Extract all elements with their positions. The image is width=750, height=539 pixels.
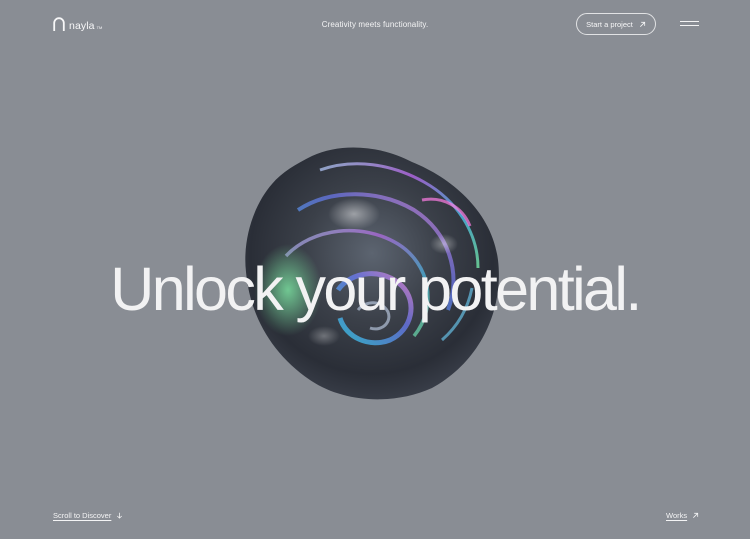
arrow-up-right-icon <box>693 512 699 518</box>
scroll-to-discover-label: Scroll to Discover <box>53 511 112 520</box>
menu-line-top <box>680 21 699 22</box>
blob-highlight-3 <box>308 326 340 346</box>
hero-headline: Unlock your potential. <box>110 254 642 323</box>
blob-highlight-2 <box>430 234 458 254</box>
menu-line-bottom <box>680 25 699 26</box>
start-project-label: Start a project <box>586 19 633 29</box>
arrow-up-right-icon <box>639 21 645 27</box>
scroll-to-discover-link[interactable]: Scroll to Discover <box>53 511 123 520</box>
landing-page: nayla TM Creativity meets functionality.… <box>0 0 750 539</box>
blob-highlight-1 <box>328 198 380 230</box>
works-link[interactable]: Works <box>666 511 699 520</box>
start-project-button[interactable]: Start a project <box>576 13 656 35</box>
arrow-down-icon <box>117 512 123 519</box>
hamburger-menu-icon[interactable] <box>680 20 699 28</box>
site-header: nayla TM Creativity meets functionality.… <box>0 0 750 50</box>
works-label: Works <box>666 511 688 520</box>
